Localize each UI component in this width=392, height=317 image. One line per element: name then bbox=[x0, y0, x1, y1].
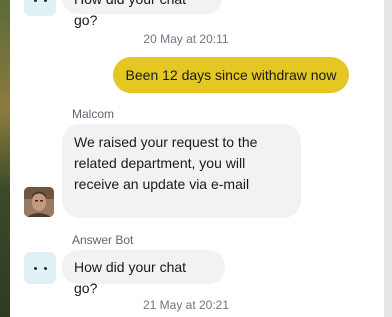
agent-avatar bbox=[24, 187, 54, 217]
agent-message-bubble: We raised your request to the related de… bbox=[62, 124, 301, 218]
bot-message-bubble: How did your chat go? bbox=[62, 0, 222, 28]
bot-message-text: How did your chat go? bbox=[74, 259, 187, 296]
bot-message-bubble: How did your chat go? bbox=[62, 250, 225, 296]
user-message-text: Been 12 days since withdraw now bbox=[125, 67, 337, 83]
scrollbar-track[interactable] bbox=[384, 0, 392, 317]
bot-name: Answer Bot bbox=[72, 233, 134, 247]
message-timestamp: 20 May at 20:11 bbox=[143, 32, 229, 46]
message-timestamp: 21 May at 20:21 bbox=[142, 298, 230, 312]
agent-message-text: We raised your request to the related de… bbox=[74, 134, 258, 192]
bot-avatar-icon bbox=[24, 252, 56, 284]
bot-avatar-icon bbox=[24, 0, 56, 16]
bot-message-text: How did your chat go? bbox=[74, 0, 186, 28]
background-strip bbox=[0, 0, 10, 317]
chat-transcript[interactable]: How did your chat go? 20 May at 20:11 Be… bbox=[10, 0, 384, 317]
agent-name: Malcom bbox=[72, 107, 115, 121]
agent-photo-icon bbox=[24, 187, 54, 217]
user-message-bubble: Been 12 days since withdraw now bbox=[113, 57, 349, 93]
